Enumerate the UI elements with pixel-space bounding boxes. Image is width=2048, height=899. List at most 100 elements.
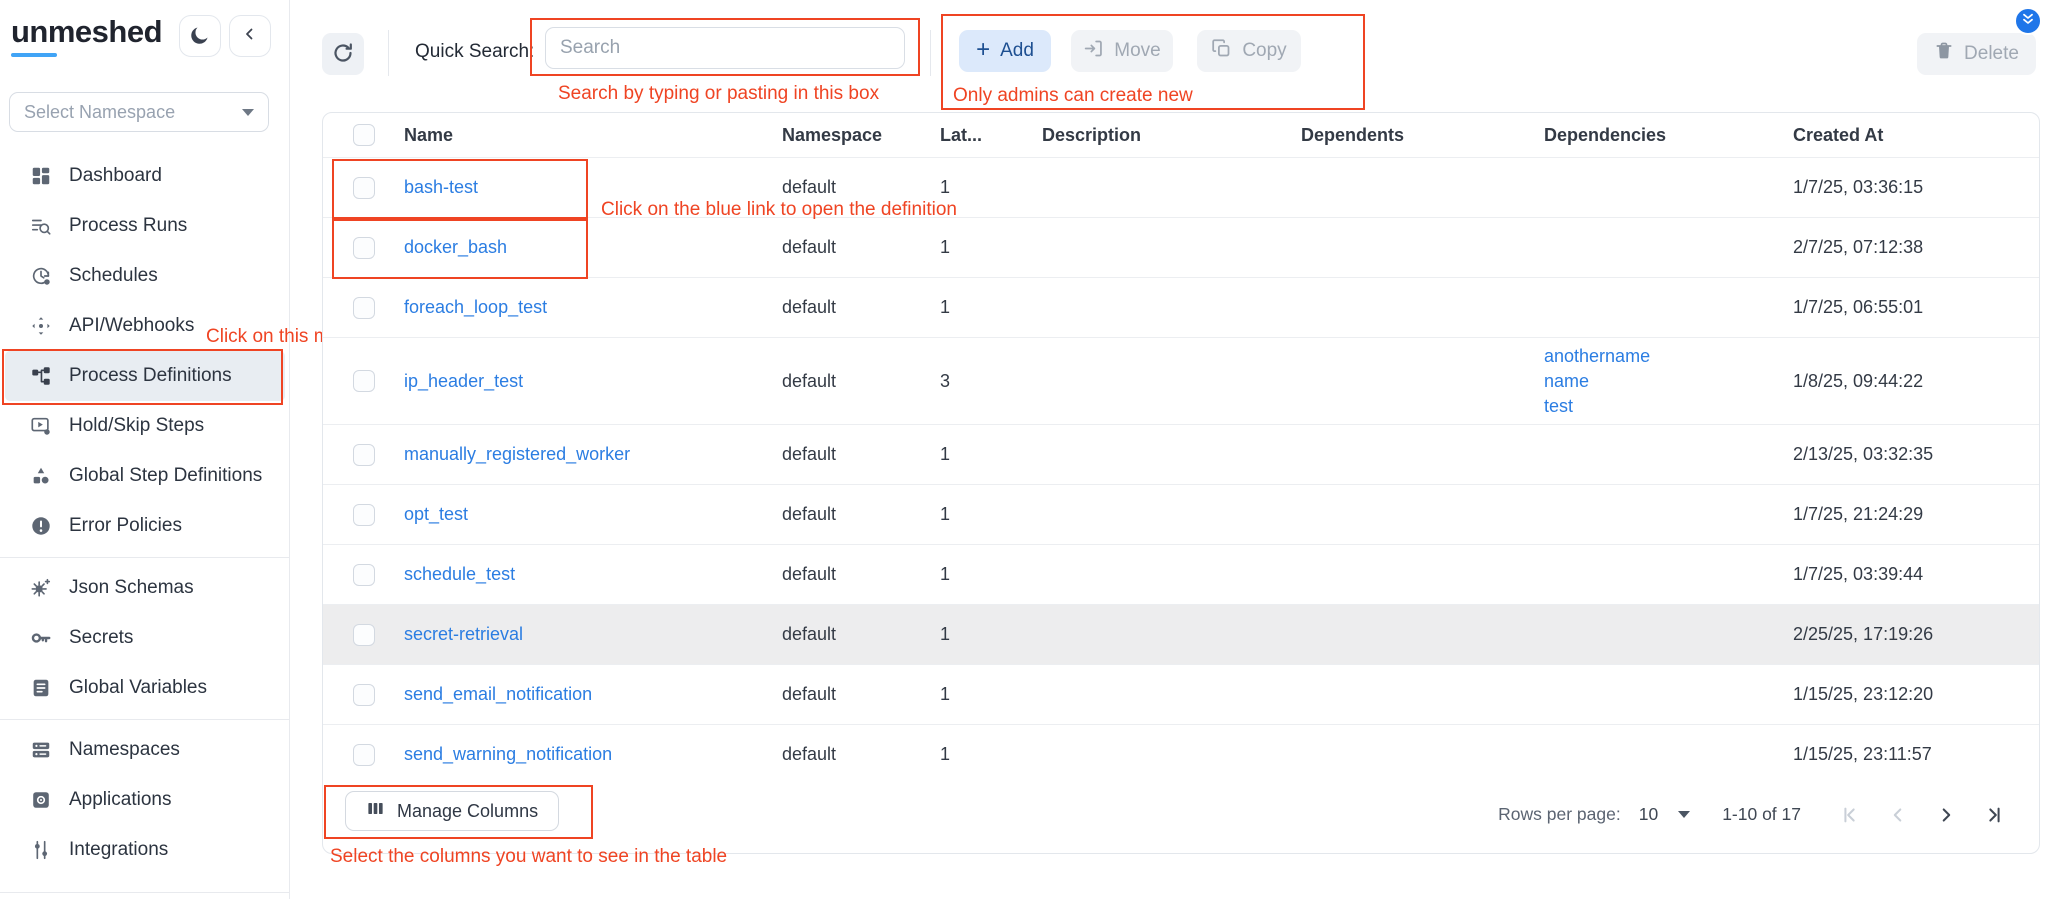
table-row[interactable]: bash-test default 1 1/7/25, 03:36:15 [323,157,2039,217]
column-header-description[interactable]: Description [1042,125,1301,146]
row-dependencies [1544,689,1793,701]
copy-icon [1211,38,1232,65]
search-input[interactable] [545,27,905,69]
previous-page-button[interactable] [1881,798,1915,832]
column-header-dependents[interactable]: Dependents [1301,125,1544,146]
sidebar-item-process-definitions[interactable]: Process Definitions [5,351,285,401]
process-definitions-table: Name Namespace Lat... Description Depend… [322,112,2040,854]
row-latest: 1 [940,237,1042,258]
quick-search-label: Quick Search: [415,41,534,63]
sidebar-item-hold-skip-steps[interactable]: Hold/Skip Steps [0,401,290,451]
column-header-created-at[interactable]: Created At [1793,125,2039,146]
first-page-button[interactable] [1833,798,1867,832]
sidebar-item-json-schemas[interactable]: Json Schemas [0,563,290,613]
row-name-link[interactable]: opt_test [404,504,468,524]
table-row[interactable]: schedule_test default 1 1/7/25, 03:39:44 [323,544,2039,604]
manage-columns-button[interactable]: Manage Columns [345,791,559,831]
column-header-dependencies[interactable]: Dependencies [1544,125,1793,146]
sidebar-item-label: Hold/Skip Steps [69,415,204,437]
row-created-at: 1/7/25, 06:55:01 [1793,297,2039,318]
row-dependencies [1544,449,1793,461]
sidebar-item-error-policies[interactable]: Error Policies [0,501,290,551]
namespaces-icon [30,739,52,761]
row-checkbox[interactable] [353,504,375,526]
row-checkbox[interactable] [353,564,375,586]
row-checkbox[interactable] [353,237,375,259]
table-row[interactable]: secret-retrieval default 1 2/25/25, 17:1… [323,604,2039,664]
last-page-button[interactable] [1977,798,2011,832]
row-created-at: 1/8/25, 09:44:22 [1793,371,2039,392]
sidebar-item-label: Error Policies [69,515,182,537]
row-checkbox[interactable] [353,684,375,706]
table-row[interactable]: foreach_loop_test default 1 1/7/25, 06:5… [323,277,2039,337]
row-namespace: default [782,444,940,465]
table-row[interactable]: opt_test default 1 1/7/25, 21:24:29 [323,484,2039,544]
column-header-latest[interactable]: Lat... [940,125,1042,146]
row-name-link[interactable]: docker_bash [404,237,507,257]
sidebar-collapse-button[interactable] [229,15,271,57]
rows-per-page-value[interactable]: 10 [1639,804,1658,825]
delete-button[interactable]: Delete [1917,33,2036,75]
table-row[interactable]: manually_registered_worker default 1 2/1… [323,424,2039,484]
row-checkbox[interactable] [353,744,375,766]
sidebar-item-schedules[interactable]: Schedules [0,251,290,301]
table-row[interactable]: docker_bash default 1 2/7/25, 07:12:38 [323,217,2039,277]
column-header-namespace[interactable]: Namespace [782,125,940,146]
row-name-link[interactable]: secret-retrieval [404,624,523,644]
refresh-icon [331,41,355,68]
column-header-name[interactable]: Name [404,125,782,146]
row-name-link[interactable]: send_warning_notification [404,744,612,764]
row-name-link[interactable]: ip_header_test [404,371,523,391]
row-name-link[interactable]: foreach_loop_test [404,297,547,317]
add-button[interactable]: + Add [959,30,1051,72]
dark-mode-toggle[interactable] [179,15,221,57]
sidebar-item-integrations[interactable]: Integrations [0,825,290,875]
row-name-link[interactable]: manually_registered_worker [404,444,630,464]
row-dependencies [1544,182,1793,194]
double-chevron-down-badge[interactable] [2014,7,2042,35]
sidebar-item-namespaces[interactable]: Namespaces [0,725,290,775]
error-policies-icon [30,515,52,537]
sidebar-item-applications[interactable]: Applications [0,775,290,825]
row-checkbox[interactable] [353,444,375,466]
app-window: unmeshed Select Namespace Dashboard [0,0,2048,899]
sidebar-item-global-variables[interactable]: Global Variables [0,663,290,713]
copy-button-label: Copy [1242,40,1286,62]
plus-icon: + [976,38,990,62]
pagination: Rows per page: 10 1-10 of 17 [1498,776,2011,853]
dependency-link[interactable]: test [1544,394,1783,418]
row-dependencies [1544,749,1793,761]
dependency-link[interactable]: anothername [1544,344,1783,368]
row-checkbox[interactable] [353,177,375,199]
add-button-label: Add [1000,40,1034,62]
refresh-button[interactable] [322,33,364,75]
row-name-link[interactable]: bash-test [404,177,478,197]
row-latest: 3 [940,371,1042,392]
sidebar-item-global-step-definitions[interactable]: Global Step Definitions [0,451,290,501]
row-namespace: default [782,297,940,318]
row-checkbox[interactable] [353,297,375,319]
sidebar-item-label: Namespaces [69,739,180,761]
namespace-select[interactable]: Select Namespace [9,92,269,132]
next-page-button[interactable] [1929,798,1963,832]
sidebar-divider [0,557,290,558]
row-latest: 1 [940,564,1042,585]
dependency-link[interactable]: name [1544,369,1783,393]
applications-icon [30,789,52,811]
row-checkbox[interactable] [353,624,375,646]
table-row[interactable]: ip_header_test default 3 anothernamename… [323,337,2039,424]
row-name-link[interactable]: send_email_notification [404,684,592,704]
rows-per-page-caret-icon[interactable] [1678,811,1690,818]
select-all-checkbox[interactable] [353,124,375,146]
sidebar-item-label: Global Variables [69,677,207,699]
sidebar-item-process-runs[interactable]: Process Runs [0,201,290,251]
table-row[interactable]: send_email_notification default 1 1/15/2… [323,664,2039,724]
table-row[interactable]: send_warning_notification default 1 1/15… [323,724,2039,784]
toolbar-divider [930,30,931,76]
sidebar-item-secrets[interactable]: Secrets [0,613,290,663]
move-button[interactable]: Move [1071,30,1173,72]
row-name-link[interactable]: schedule_test [404,564,515,584]
sidebar-item-dashboard[interactable]: Dashboard [0,151,290,201]
row-checkbox[interactable] [353,370,375,392]
copy-button[interactable]: Copy [1197,30,1301,72]
